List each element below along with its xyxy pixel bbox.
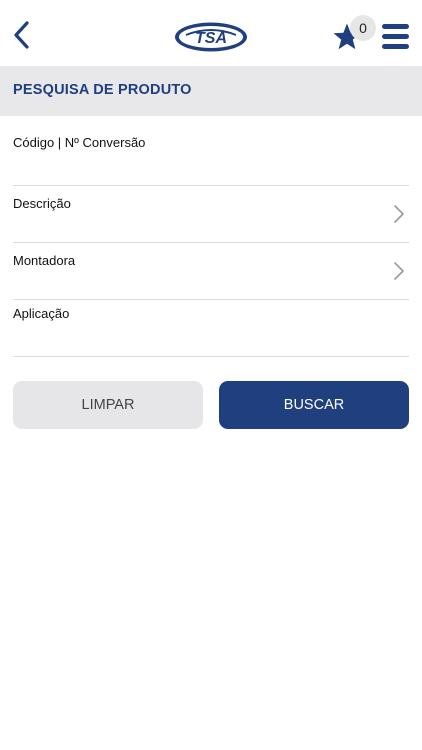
page-title: PESQUISA DE PRODUTO (13, 82, 192, 98)
favorites-count-badge: 0 (350, 15, 376, 41)
search-button[interactable]: BUSCAR (219, 381, 409, 429)
application-field-label: Aplicação (13, 306, 70, 321)
description-field[interactable]: Descrição (13, 196, 409, 243)
chevron-left-icon (14, 21, 29, 49)
manufacturer-field[interactable]: Montadora (13, 253, 409, 300)
top-bar: TSA 0 (0, 0, 422, 66)
product-search-screen: TSA 0 PESQUISA DE PRODUTO Código | Nº Co… (0, 0, 422, 750)
application-field[interactable]: Aplicação (13, 306, 409, 357)
code-field[interactable]: Código | Nº Conversão (13, 135, 409, 186)
back-button[interactable] (6, 16, 36, 54)
code-field-label: Código | Nº Conversão (13, 135, 146, 150)
chevron-right-icon (394, 205, 404, 223)
clear-button[interactable]: LIMPAR (13, 381, 203, 429)
logo-text: TSA (195, 30, 227, 47)
manufacturer-field-label: Montadora (13, 253, 76, 268)
description-field-label: Descrição (13, 196, 71, 211)
tsa-logo: TSA (172, 19, 250, 55)
section-header: PESQUISA DE PRODUTO (0, 66, 422, 116)
favorites-button[interactable]: 0 (330, 14, 378, 54)
chevron-right-icon (394, 262, 404, 280)
menu-button[interactable] (380, 22, 412, 52)
